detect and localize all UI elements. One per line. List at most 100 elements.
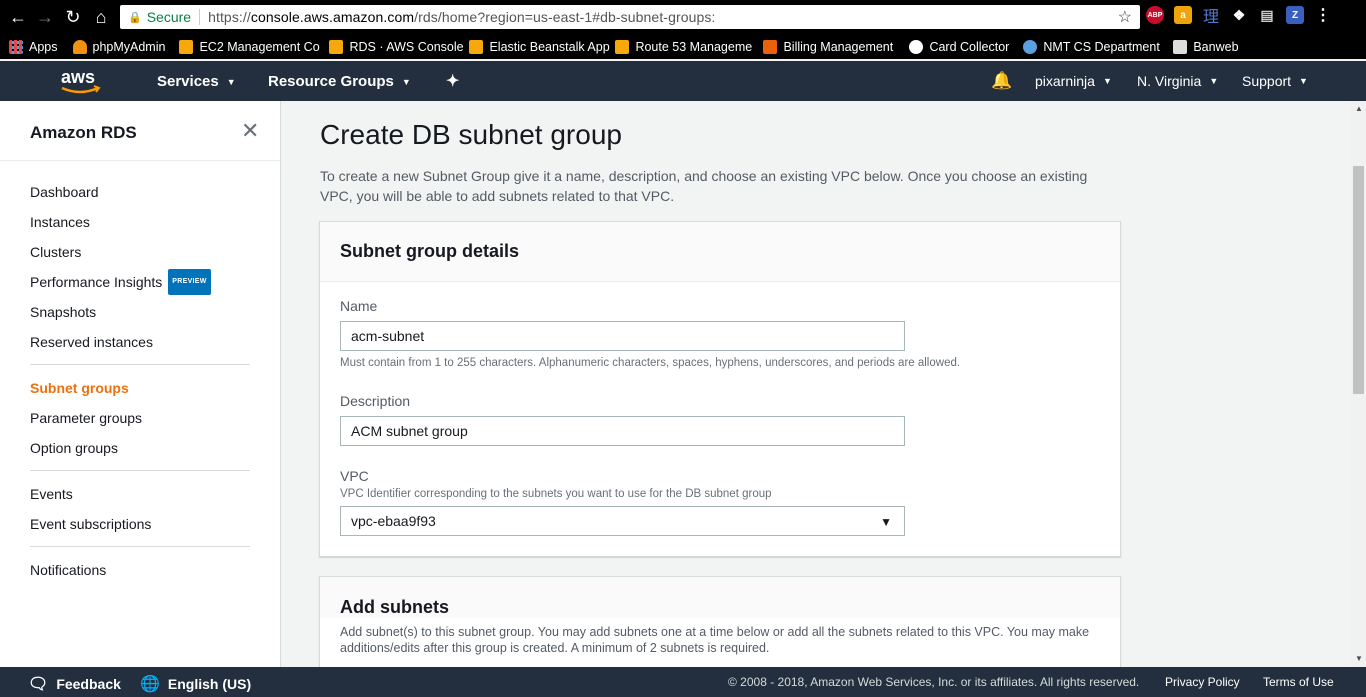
cast-icon[interactable]: ▤ <box>1258 6 1276 24</box>
page-scrollbar[interactable]: ▲ ▼ <box>1351 101 1366 667</box>
sidebar-title: Amazon RDS <box>30 123 137 142</box>
bookmark-ec2[interactable]: EC2 Management Co <box>179 40 329 54</box>
terms-of-use-link[interactable]: Terms of Use <box>1263 675 1334 689</box>
footer: 🗨 Feedback 🌐 English (US) © 2008 - 2018,… <box>0 667 1366 697</box>
sidebar-item-label: Dashboard <box>30 184 99 200</box>
subnet-group-details-panel: Subnet group details Name acm-subnet Mus… <box>319 221 1121 557</box>
url-text[interactable]: https://console.aws.amazon.com/rds/home?… <box>200 9 715 25</box>
sidebar-item-option-groups[interactable]: Option groups <box>30 433 250 463</box>
bookmarks-bar: Apps phpMyAdmin EC2 Management Co RDS · … <box>0 35 1366 59</box>
language-selector[interactable]: 🌐 English (US) <box>140 674 251 694</box>
sidebar-item-events[interactable]: Events <box>30 479 250 509</box>
scroll-thumb[interactable] <box>1353 166 1364 394</box>
copyright-text: © 2008 - 2018, Amazon Web Services, Inc.… <box>728 675 1140 689</box>
home-icon[interactable]: ⌂ <box>88 4 114 30</box>
panel-heading: Add subnets <box>320 577 1120 618</box>
bookmark-card-collector[interactable]: Card Collector <box>909 40 1009 54</box>
name-field[interactable]: acm-subnet <box>340 321 905 351</box>
sidebar-item-event-subscriptions[interactable]: Event subscriptions <box>30 509 250 539</box>
bookmark-label: Card Collector <box>929 40 1010 54</box>
sidebar-item-subnet-groups[interactable]: Subnet groups <box>30 373 250 403</box>
name-label: Name <box>340 298 378 314</box>
sidebar-item-parameter-groups[interactable]: Parameter groups <box>30 403 250 433</box>
sidebar-item-label: Clusters <box>30 244 82 260</box>
bookmark-label: Apps <box>29 40 58 54</box>
resource-groups-label: Resource Groups <box>268 73 394 90</box>
services-label: Services <box>157 73 219 90</box>
bookmark-billing[interactable]: Billing Management <box>763 40 901 54</box>
sidebar-item-label: Parameter groups <box>30 410 143 426</box>
sidebar-divider <box>30 546 250 547</box>
account-menu[interactable]: pixarninja ▼ <box>1035 73 1112 89</box>
panel-heading: Subnet group details <box>320 222 1120 282</box>
sidebar-item-notifications[interactable]: Notifications <box>30 555 250 585</box>
sidebar-nav: Dashboard Instances Clusters Performance… <box>30 177 250 585</box>
sidebar-item-label: Reserved instances <box>30 334 153 350</box>
sidebar-item-reserved-instances[interactable]: Reserved instances <box>30 327 250 357</box>
bookmark-label: phpMyAdmin <box>92 40 166 54</box>
page-title: Create DB subnet group <box>320 119 622 150</box>
sidebar-item-snapshots[interactable]: Snapshots <box>30 297 250 327</box>
pin-icon[interactable]: ✦ <box>446 71 459 91</box>
secure-indicator[interactable]: 🔒 Secure <box>120 9 201 25</box>
feedback-label: Feedback <box>56 676 121 692</box>
chevron-down-icon: ▼ <box>1299 76 1308 86</box>
sidebar-item-dashboard[interactable]: Dashboard <box>30 177 250 207</box>
sidebar-item-instances[interactable]: Instances <box>30 207 250 237</box>
bookmark-rds[interactable]: RDS · AWS Console <box>329 40 465 54</box>
resource-groups-menu[interactable]: Resource Groups ▼ <box>268 73 411 90</box>
menu-dots-icon[interactable]: ⋮ <box>1314 6 1332 24</box>
amazon-assistant-icon[interactable]: a <box>1174 6 1192 24</box>
aws-logo-smile <box>61 86 99 94</box>
sidebar-item-clusters[interactable]: Clusters <box>30 237 250 267</box>
dropbox-icon[interactable]: ❖ <box>1230 6 1248 24</box>
bookmark-route53[interactable]: Route 53 Manageme <box>615 40 761 54</box>
bookmark-star-icon[interactable]: ☆ <box>1118 7 1132 27</box>
bookmark-beanstalk[interactable]: Elastic Beanstalk App <box>469 40 615 54</box>
reload-icon[interactable]: ↻ <box>60 4 86 30</box>
url-scheme: https:// <box>208 9 251 25</box>
sidebar-item-performance-insights[interactable]: Performance Insights PREVIEW <box>30 267 250 297</box>
back-arrow-icon[interactable]: ← <box>5 4 31 30</box>
privacy-policy-link[interactable]: Privacy Policy <box>1165 675 1240 689</box>
bell-icon[interactable]: 🔔 <box>991 71 1012 91</box>
feedback-button[interactable]: 🗨 Feedback <box>28 674 121 694</box>
url-host: console.aws.amazon.com <box>250 9 415 25</box>
address-bar[interactable]: 🔒 Secure https://console.aws.amazon.com/… <box>120 5 1140 29</box>
description-field[interactable]: ACM subnet group <box>340 416 905 446</box>
lock-icon: 🔒 <box>128 11 142 24</box>
bookmark-apps[interactable]: Apps <box>9 40 58 54</box>
add-subnets-panel: Add subnets Add subnet(s) to this subnet… <box>319 576 1121 667</box>
bookmark-label: Billing Management <box>783 40 894 54</box>
sidebar-divider <box>30 470 250 471</box>
zotero-icon[interactable]: Z <box>1286 6 1304 24</box>
add-subnets-description: Add subnet(s) to this subnet group. You … <box>340 625 1090 655</box>
sidebar-item-label: Option groups <box>30 440 118 456</box>
sidebar-divider <box>30 364 250 365</box>
banweb-icon <box>1173 40 1188 54</box>
sidebar-item-label: Subnet groups <box>30 380 129 396</box>
url-path: /rds/home?region=us-east-1#db-subnet-gro… <box>414 9 716 25</box>
nmt-globe-icon <box>1023 40 1038 54</box>
dictionary-icon[interactable]: 理 <box>1202 6 1220 26</box>
aws-logo-text: aws <box>61 67 95 87</box>
sidebar-item-label: Instances <box>30 214 90 230</box>
vpc-label: VPC <box>340 468 369 484</box>
adblock-icon[interactable]: ABP <box>1146 6 1164 24</box>
support-menu[interactable]: Support ▼ <box>1242 73 1308 89</box>
billing-cube-icon <box>763 40 778 54</box>
vpc-select[interactable]: vpc-ebaa9f93 ▼ <box>340 506 905 536</box>
sidebar-item-label: Notifications <box>30 562 107 578</box>
services-menu[interactable]: Services ▼ <box>157 73 236 90</box>
forward-arrow-icon[interactable]: → <box>32 4 58 30</box>
bookmark-nmt[interactable]: NMT CS Department <box>1023 40 1161 54</box>
scroll-down-arrow-icon[interactable]: ▼ <box>1355 654 1363 663</box>
aws-cube-icon <box>179 40 194 54</box>
bookmark-label: NMT CS Department <box>1043 40 1160 54</box>
region-menu[interactable]: N. Virginia ▼ <box>1137 73 1218 89</box>
close-icon[interactable]: ✕ <box>241 120 259 142</box>
bookmark-banweb[interactable]: Banweb <box>1173 40 1239 54</box>
bookmark-phpmyadmin[interactable]: phpMyAdmin <box>72 40 166 54</box>
scroll-up-arrow-icon[interactable]: ▲ <box>1355 104 1363 113</box>
aws-logo-icon[interactable]: aws <box>58 65 104 97</box>
